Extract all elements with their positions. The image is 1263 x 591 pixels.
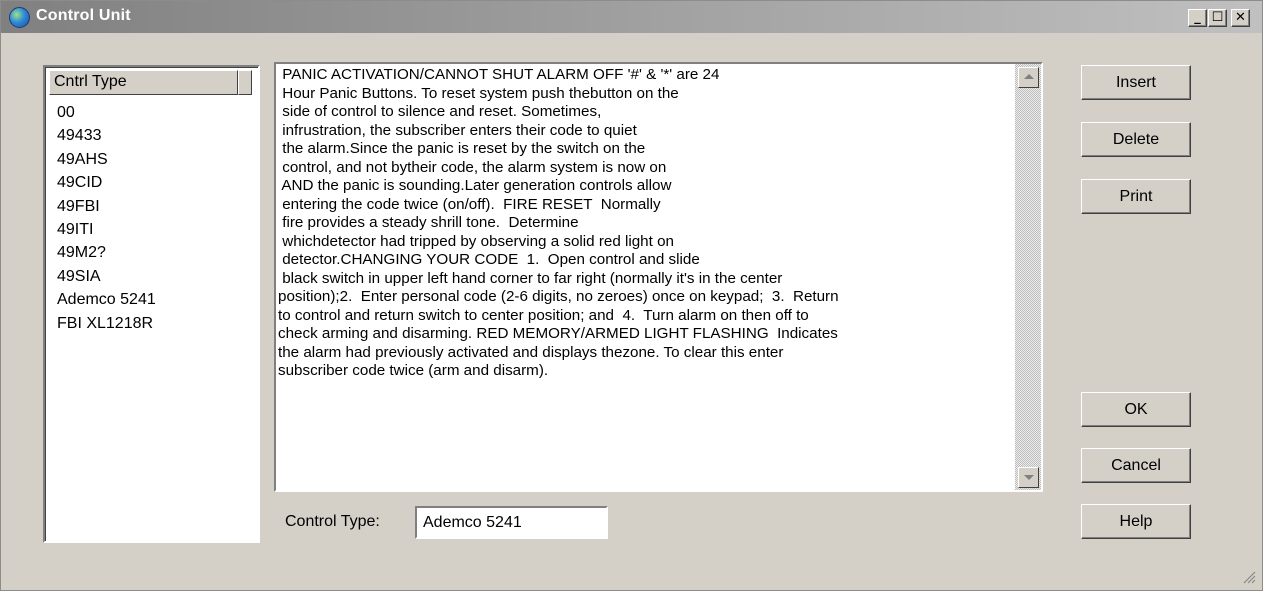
minimize-button[interactable]: _ xyxy=(1188,9,1207,27)
scroll-down-button[interactable] xyxy=(1018,467,1039,488)
maximize-button[interactable]: ☐ xyxy=(1208,9,1227,27)
minimize-icon: _ xyxy=(1194,10,1201,25)
close-button[interactable]: ✕ xyxy=(1231,9,1250,27)
arrow-down-icon xyxy=(1024,475,1034,480)
cancel-button[interactable]: Cancel xyxy=(1081,448,1191,483)
delete-button[interactable]: Delete xyxy=(1081,122,1191,157)
list-item[interactable]: 49SIA xyxy=(57,265,156,288)
control-type-list[interactable]: Cntrl Type 00 49433 49AHS 49CID 49FBI 49… xyxy=(43,65,260,543)
notes-scrollbar[interactable] xyxy=(1015,64,1041,490)
title-bar[interactable]: Control Unit _ ☐ ✕ xyxy=(1,1,1262,33)
list-item[interactable]: 00 xyxy=(57,101,156,124)
notes-text[interactable]: PANIC ACTIVATION/CANNOT SHUT ALARM OFF '… xyxy=(278,66,1014,486)
list-items: 00 49433 49AHS 49CID 49FBI 49ITI 49M2? 4… xyxy=(57,101,156,335)
print-button[interactable]: Print xyxy=(1081,179,1191,214)
list-item[interactable]: 49CID xyxy=(57,171,156,194)
close-icon: ✕ xyxy=(1235,10,1246,25)
control-unit-window: Control Unit _ ☐ ✕ Cntrl Type 00 49433 4… xyxy=(0,0,1263,591)
globe-icon xyxy=(9,7,30,28)
list-item[interactable]: FBI XL1218R xyxy=(57,312,156,335)
list-item[interactable]: 49FBI xyxy=(57,195,156,218)
help-button[interactable]: Help xyxy=(1081,504,1191,539)
arrow-up-icon xyxy=(1024,74,1034,79)
insert-button[interactable]: Insert xyxy=(1081,65,1191,100)
list-item[interactable]: 49AHS xyxy=(57,148,156,171)
ok-button[interactable]: OK xyxy=(1081,392,1191,427)
column-header-filler xyxy=(238,70,252,95)
control-type-label: Control Type: xyxy=(285,513,380,530)
list-item[interactable]: Ademco 5241 xyxy=(57,288,156,311)
list-item[interactable]: 49M2? xyxy=(57,241,156,264)
control-type-input[interactable] xyxy=(415,506,608,539)
resize-grip-icon[interactable] xyxy=(1242,570,1256,584)
list-item[interactable]: 49433 xyxy=(57,124,156,147)
notes-textarea[interactable]: PANIC ACTIVATION/CANNOT SHUT ALARM OFF '… xyxy=(274,62,1043,492)
window-title: Control Unit xyxy=(36,7,131,24)
scroll-up-button[interactable] xyxy=(1018,67,1039,88)
maximize-icon: ☐ xyxy=(1211,10,1224,25)
list-item[interactable]: 49ITI xyxy=(57,218,156,241)
column-header-cntrl-type[interactable]: Cntrl Type xyxy=(49,70,238,95)
